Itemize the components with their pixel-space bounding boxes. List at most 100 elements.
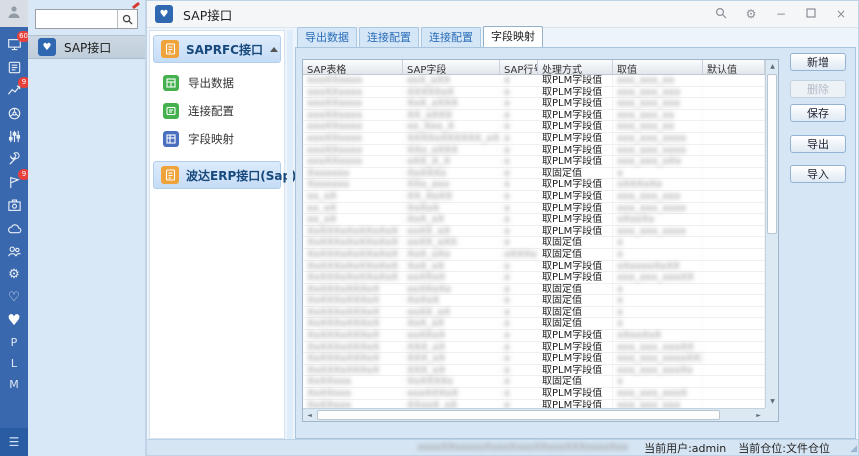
cell-m[interactable]: 取固定值	[538, 249, 613, 260]
cell-f[interactable]: xxXXxX	[403, 272, 500, 283]
cell-t[interactable]: xxxXXxxxx	[303, 98, 403, 109]
camera-icon[interactable]	[5, 197, 23, 213]
cell-v[interactable]: xxx_xxx_xxxx	[613, 145, 703, 156]
cell-v[interactable]: xxx_xxx_xxx	[613, 98, 703, 109]
cell-r[interactable]: x	[500, 365, 538, 376]
cell-v[interactable]: xXXXxXx	[613, 179, 703, 190]
cell-t[interactable]: XxXXXxXXXxX	[303, 342, 403, 353]
cell-r[interactable]: x	[500, 400, 538, 408]
tab-export-data[interactable]: 导出数据	[297, 27, 357, 47]
table-row[interactable]: XxXXXxXXXxXxxXX_xXx取固定值x	[303, 307, 765, 319]
cell-t[interactable]: xx_xX	[303, 214, 403, 225]
cell-f[interactable]: XXx_xxx	[403, 179, 500, 190]
cell-v[interactable]: x	[613, 318, 703, 329]
rail-letter-p[interactable]: P	[5, 335, 23, 349]
cell-v[interactable]: xxx_xxx_xxx	[613, 87, 703, 98]
cell-r[interactable]: x	[500, 376, 538, 387]
search-input[interactable]	[36, 10, 117, 28]
cell-t[interactable]: XxXXXxXXXxX	[303, 295, 403, 306]
cell-r[interactable]: x	[500, 75, 538, 86]
cell-t[interactable]: XxXXxxx	[303, 388, 403, 399]
table-row[interactable]: XxXXXxXxXXxXxXxxXX_xXXx取固定值x	[303, 237, 765, 249]
cell-d[interactable]	[703, 87, 765, 98]
table-row[interactable]: XxxxxxxXxXXXxx取固定值x	[303, 168, 765, 180]
rail-letter-m[interactable]: M	[5, 377, 23, 391]
table-row[interactable]: XxXXXxXXXxXXXX_xXx取PLM字段值xxx_xxx_xxxxXXX	[303, 353, 765, 365]
user-avatar[interactable]	[0, 0, 28, 27]
scroll-up-icon[interactable]: ▲	[766, 60, 779, 73]
vscroll-thumb[interactable]	[767, 74, 777, 234]
cell-d[interactable]	[703, 98, 765, 109]
cell-v[interactable]: xXxxxxXxXX	[613, 261, 703, 272]
cell-m[interactable]: 取固定值	[538, 237, 613, 248]
save-button[interactable]: 保存	[790, 104, 846, 122]
cell-f[interactable]: XxXXXXx	[403, 376, 500, 387]
heart-pulse-icon[interactable]: ♡	[5, 289, 23, 305]
cell-r[interactable]: x	[500, 203, 538, 214]
table-row[interactable]: XxXXXxXxXXxXxXxxXXxXx取PLM字段值xxx_xxx_xxxX…	[303, 272, 765, 284]
column-header-value[interactable]: 取值	[613, 60, 703, 74]
scroll-down-icon[interactable]: ▼	[766, 395, 779, 408]
cell-d[interactable]	[703, 249, 765, 260]
cell-v[interactable]: xxx_xxx_xxxxXXX	[613, 353, 703, 364]
cloud-icon[interactable]	[5, 220, 23, 236]
cell-v[interactable]: x	[613, 168, 703, 179]
cell-v[interactable]: xxx_xxx_xx	[613, 121, 703, 132]
cell-f[interactable]: XxX_xXXX	[403, 98, 500, 109]
cell-d[interactable]	[703, 214, 765, 225]
cell-v[interactable]: x	[613, 376, 703, 387]
cell-f[interactable]: XX_xXXX	[403, 110, 500, 121]
cell-f[interactable]: xxXX_xX	[403, 226, 500, 237]
add-button[interactable]: 新增	[790, 53, 846, 71]
table-row[interactable]: XxXXxxxXxXXXXxx取固定值x	[303, 376, 765, 388]
cell-f[interactable]: XxX_xX	[403, 261, 500, 272]
heart-icon-active[interactable]: ♥	[5, 312, 23, 328]
table-row[interactable]: XxXXxxxxxxXXXxXx取PLM字段值xxx_xxx_xxxX	[303, 388, 765, 400]
cell-t[interactable]: xx_xX	[303, 191, 403, 202]
titlebar-search-button[interactable]	[706, 1, 736, 27]
cell-d[interactable]	[703, 376, 765, 387]
table-row[interactable]: xxxXXxxxxXX_xXXXx取PLM字段值xxx_xxx_xx	[303, 110, 765, 122]
flag-icon[interactable]: 9	[5, 174, 23, 190]
cell-r[interactable]: x	[500, 261, 538, 272]
cell-m[interactable]: 取PLM字段值	[538, 156, 613, 167]
cell-r[interactable]: x	[500, 330, 538, 341]
cell-f[interactable]: XX_XxXX	[403, 191, 500, 202]
cell-r[interactable]: x	[500, 237, 538, 248]
cell-d[interactable]	[703, 226, 765, 237]
cell-v[interactable]: xxx_xxx_xxxX	[613, 388, 703, 399]
cell-v[interactable]: x	[613, 295, 703, 306]
table-row[interactable]: xxxXXxxxxxXX_X_Xx取PLM字段值xxx_xxx_xXx	[303, 156, 765, 168]
column-header-sap-table[interactable]: SAP表格	[303, 60, 403, 74]
cell-f[interactable]: XXXXXxX	[403, 87, 500, 98]
cell-v[interactable]: x	[613, 307, 703, 318]
table-row[interactable]: XxxxxxxXXx_xxxx取PLM字段值xXXXxXx	[303, 179, 765, 191]
cell-m[interactable]: 取PLM字段值	[538, 342, 613, 353]
cell-m[interactable]: 取PLM字段值	[538, 75, 613, 86]
cell-v[interactable]: x	[613, 284, 703, 295]
table-row[interactable]: XxXXXxXXXxXxxXXxXxx取固定值x	[303, 284, 765, 296]
module-item-sap-interface[interactable]: ♥ SAP接口	[28, 35, 145, 59]
tab-connection-config-2[interactable]: 连接配置	[421, 27, 481, 47]
nav-group-saprfc[interactable]: SAPRFC接口	[153, 35, 281, 63]
search-button[interactable]	[117, 10, 137, 28]
cell-v[interactable]: xXxxXxX	[613, 330, 703, 341]
scroll-left-icon[interactable]: ◄	[303, 409, 316, 422]
cell-d[interactable]	[703, 110, 765, 121]
cell-d[interactable]	[703, 203, 765, 214]
cell-d[interactable]	[703, 400, 765, 408]
tab-connection-config-1[interactable]: 连接配置	[359, 27, 419, 47]
cell-d[interactable]	[703, 284, 765, 295]
cell-v[interactable]: xxx_xxx_xx	[613, 110, 703, 121]
cell-d[interactable]	[703, 121, 765, 132]
users-icon[interactable]	[5, 243, 23, 259]
collapse-arrow-icon[interactable]	[270, 47, 278, 52]
cell-m[interactable]: 取PLM字段值	[538, 110, 613, 121]
rail-letter-l[interactable]: L	[5, 356, 23, 370]
table-row[interactable]: XxXXXxXXXxXXxXxXx取固定值x	[303, 295, 765, 307]
cell-m[interactable]: 取固定值	[538, 307, 613, 318]
cell-m[interactable]: 取固定值	[538, 318, 613, 329]
cell-f[interactable]: xxXX_xX	[403, 307, 500, 318]
cell-m[interactable]: 取PLM字段值	[538, 388, 613, 399]
cell-f[interactable]: XxXxX	[403, 295, 500, 306]
